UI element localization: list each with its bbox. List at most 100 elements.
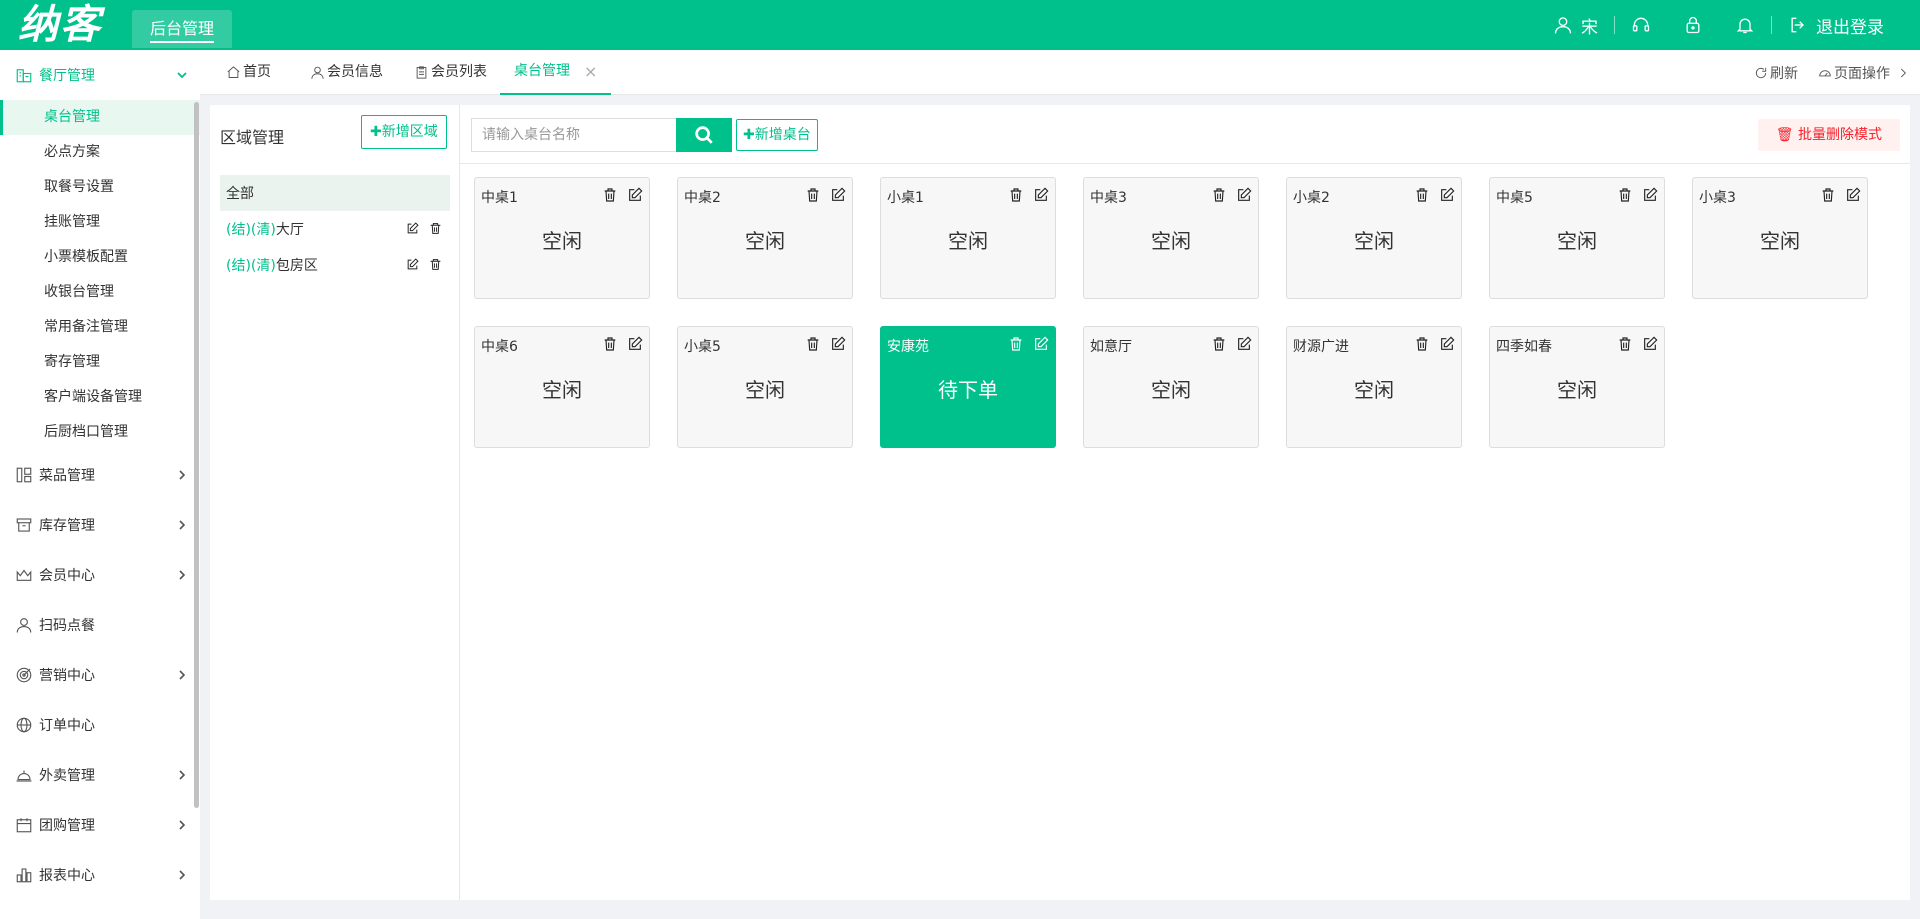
sidebar-group-group-buy[interactable]: 团购管理 xyxy=(0,800,200,850)
table-status: 空闲 xyxy=(1557,378,1597,402)
support-button[interactable] xyxy=(1615,0,1667,50)
sidebar-item-table-mgmt[interactable]: 桌台管理 xyxy=(0,100,200,135)
trash-icon[interactable] xyxy=(1820,187,1836,203)
chevron-right-icon xyxy=(179,770,186,780)
add-table-button[interactable]: ✚新增桌台 xyxy=(736,119,818,151)
sidebar-group-scan-order[interactable]: 扫码点餐 xyxy=(0,600,200,650)
page-ops-button[interactable]: 页面操作 xyxy=(1818,63,1890,83)
trash-icon[interactable] xyxy=(602,187,618,203)
edit-icon[interactable] xyxy=(1845,187,1861,203)
sidebar-group-reports[interactable]: 报表中心 xyxy=(0,850,200,900)
table-card[interactable]: 四季如春 空闲 xyxy=(1489,326,1665,448)
edit-icon[interactable] xyxy=(1033,336,1049,352)
table-card[interactable]: 中桌1 空闲 xyxy=(474,177,650,299)
sidebar-item-credit[interactable]: 挂账管理 xyxy=(0,205,200,240)
sidebar-item-must-order[interactable]: 必点方案 xyxy=(0,135,200,170)
edit-icon[interactable] xyxy=(1642,187,1658,203)
area-tags: (结)(清) xyxy=(226,222,276,238)
area-panel: 区域管理 ✚新增区域 全部 (结)(清) 大厅 (结)(清) 包房区 xyxy=(210,105,460,900)
edit-icon[interactable] xyxy=(830,336,846,352)
logout-button[interactable]: 退出登录 xyxy=(1772,0,1920,50)
inventory-icon xyxy=(16,518,32,532)
trash-icon[interactable] xyxy=(805,187,821,203)
top-tab-admin[interactable]: 后台管理 xyxy=(132,10,232,48)
table-card[interactable]: 小桌1 空闲 xyxy=(880,177,1056,299)
area-item[interactable]: (结)(清) 大厅 xyxy=(220,211,450,247)
sidebar-item-cashier[interactable]: 收银台管理 xyxy=(0,275,200,310)
sidebar-item-client-devices[interactable]: 客户端设备管理 xyxy=(0,380,200,415)
trash-icon[interactable] xyxy=(805,336,821,352)
sidebar-group-inventory[interactable]: 库存管理 xyxy=(0,500,200,550)
table-card[interactable]: 财源广进 空闲 xyxy=(1286,326,1462,448)
trash-icon[interactable] xyxy=(1414,336,1430,352)
sidebar-group-members[interactable]: 会员中心 xyxy=(0,550,200,600)
edit-icon[interactable] xyxy=(1439,187,1455,203)
sidebar-group-marketing[interactable]: 营销中心 xyxy=(0,650,200,700)
edit-icon[interactable] xyxy=(627,336,643,352)
chevron-right-icon xyxy=(179,570,186,580)
sidebar-item-storage[interactable]: 寄存管理 xyxy=(0,345,200,380)
trash-icon[interactable] xyxy=(1008,336,1024,352)
table-card[interactable]: 中桌3 空闲 xyxy=(1083,177,1259,299)
table-status: 空闲 xyxy=(948,229,988,253)
tab-home[interactable]: 首页 xyxy=(226,50,271,95)
trash-icon[interactable] xyxy=(1008,187,1024,203)
table-card[interactable]: 如意厅 空闲 xyxy=(1083,326,1259,448)
table-card[interactable]: 中桌5 空闲 xyxy=(1489,177,1665,299)
table-card[interactable]: 小桌2 空闲 xyxy=(1286,177,1462,299)
tab-table-mgmt[interactable]: 桌台管理 × xyxy=(500,49,612,95)
area-title: 区域管理 xyxy=(220,128,285,147)
chevron-down-icon xyxy=(177,72,187,79)
refresh-button[interactable]: 刷新 xyxy=(1754,63,1798,83)
sidebar-item-remarks[interactable]: 常用备注管理 xyxy=(0,310,200,345)
table-card[interactable]: 小桌3 空闲 xyxy=(1692,177,1868,299)
tab-member-list[interactable]: 会员列表 xyxy=(414,50,487,95)
trash-icon[interactable] xyxy=(1211,187,1227,203)
trash-icon[interactable] xyxy=(1414,187,1430,203)
sidebar-item-pickup-number[interactable]: 取餐号设置 xyxy=(0,170,200,205)
table-card[interactable]: 中桌2 空闲 xyxy=(677,177,853,299)
table-status: 空闲 xyxy=(1557,229,1597,253)
tabs-scroll-right[interactable] xyxy=(1896,66,1912,80)
edit-icon[interactable] xyxy=(406,222,419,235)
sidebar-item-receipt-template[interactable]: 小票模板配置 xyxy=(0,240,200,275)
edit-icon[interactable] xyxy=(1033,187,1049,203)
sidebar-item-kitchen[interactable]: 后厨档口管理 xyxy=(0,415,200,450)
bell-service-icon xyxy=(16,770,32,782)
close-icon[interactable]: × xyxy=(584,49,597,94)
table-card[interactable]: 小桌5 空闲 xyxy=(677,326,853,448)
tab-member-info[interactable]: 会员信息 xyxy=(310,50,383,95)
table-card[interactable]: 安康苑 待下单 xyxy=(880,326,1056,448)
sidebar-group-takeaway[interactable]: 外卖管理 xyxy=(0,750,200,800)
edit-icon[interactable] xyxy=(830,187,846,203)
sidebar-group-orders[interactable]: 订单中心 xyxy=(0,700,200,750)
user-menu[interactable]: 宋 xyxy=(1537,0,1614,50)
search-button[interactable] xyxy=(676,118,732,152)
lock-button[interactable] xyxy=(1667,0,1719,50)
table-search-input[interactable] xyxy=(471,118,676,152)
edit-icon[interactable] xyxy=(1439,336,1455,352)
sidebar-group-dishes[interactable]: 菜品管理 xyxy=(0,450,200,500)
table-name: 中桌1 xyxy=(481,190,518,206)
trash-icon[interactable] xyxy=(429,222,442,235)
area-tags: (结)(清) xyxy=(226,258,276,274)
sidebar-group-restaurant[interactable]: 餐厅管理 xyxy=(0,50,200,100)
add-area-button[interactable]: ✚新增区域 xyxy=(361,115,447,149)
edit-icon[interactable] xyxy=(1236,336,1252,352)
area-item-all[interactable]: 全部 xyxy=(220,175,450,211)
notification-button[interactable] xyxy=(1719,0,1771,50)
edit-icon[interactable] xyxy=(1236,187,1252,203)
table-status: 空闲 xyxy=(745,378,785,402)
table-card[interactable]: 中桌6 空闲 xyxy=(474,326,650,448)
trash-icon[interactable] xyxy=(429,258,442,271)
edit-icon[interactable] xyxy=(406,258,419,271)
trash-icon[interactable] xyxy=(1617,187,1633,203)
edit-icon[interactable] xyxy=(627,187,643,203)
edit-icon[interactable] xyxy=(1642,336,1658,352)
trash-icon[interactable] xyxy=(1617,336,1633,352)
trash-icon[interactable] xyxy=(1211,336,1227,352)
trash-icon[interactable] xyxy=(602,336,618,352)
batch-delete-button[interactable]: 🗑 批量删除模式 xyxy=(1757,119,1900,151)
area-item[interactable]: (结)(清) 包房区 xyxy=(220,247,450,283)
sidebar-scrollbar[interactable] xyxy=(194,102,199,808)
